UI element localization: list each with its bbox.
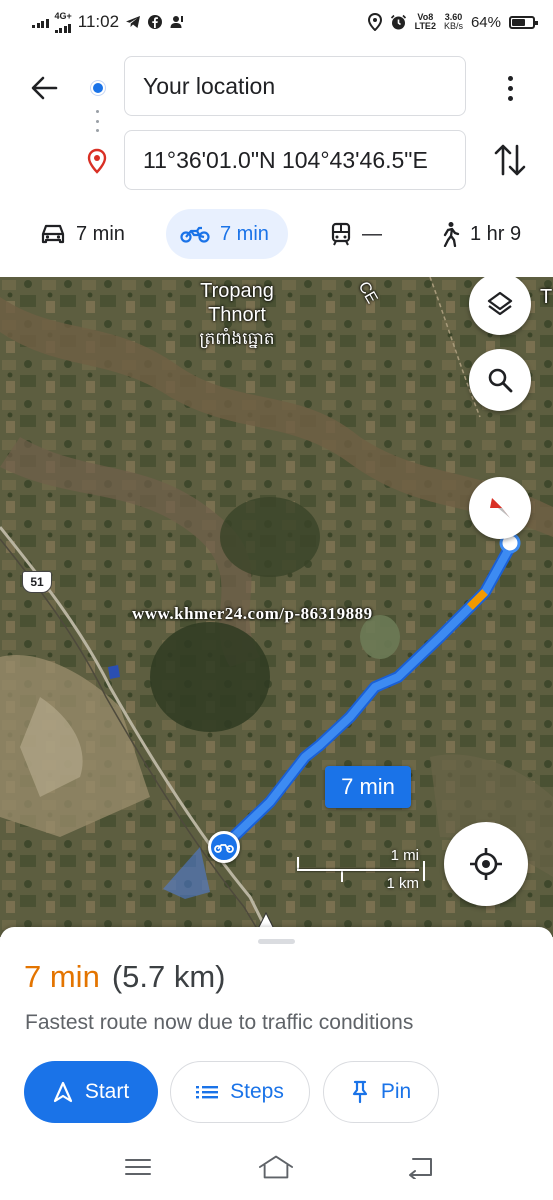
route-summary: 7 min (5.7 km): [24, 959, 226, 995]
lte-label: LTE2: [414, 21, 436, 31]
my-location-button[interactable]: [444, 822, 528, 906]
search-icon: [488, 368, 513, 393]
network-type-group: 4G+: [54, 10, 72, 33]
origin-dot-icon: [91, 81, 105, 95]
edge-label: T: [540, 286, 553, 308]
route-distance: (5.7 km): [111, 959, 226, 994]
watermark: www.khmer24.com/p-86319889: [132, 604, 373, 623]
motorcycle-icon: [180, 226, 210, 243]
route-description: Fastest route now due to traffic conditi…: [25, 1011, 414, 1034]
battery-icon: [509, 15, 538, 29]
route-duration: 7 min: [24, 959, 100, 994]
facebook-icon: [148, 15, 163, 29]
place-label-khmer: ត្រពាំងធ្នោត: [199, 329, 275, 348]
compass-icon: [490, 498, 510, 518]
map-scale: 1 mi 1 km: [295, 843, 425, 892]
motorcycle-marker-icon: [214, 844, 234, 853]
battery-fill: [512, 18, 525, 26]
my-location-icon: [470, 848, 502, 880]
list-icon: [196, 1086, 219, 1099]
compass-button[interactable]: [469, 477, 531, 539]
navigation-arrow-icon: [53, 1081, 72, 1103]
network-type: 4G+: [54, 10, 72, 21]
volte-indicator: Vo8 LTE2: [415, 13, 436, 31]
current-location-marker: [208, 831, 240, 863]
menu-icon: [125, 1159, 151, 1175]
back-button[interactable]: [22, 68, 66, 108]
mode-motorcycle-label: 7 min: [220, 222, 269, 245]
directions-panel: Your location 11°36'01.0"N 104°43'46.5"E…: [0, 44, 553, 277]
connector-dots: [96, 110, 100, 132]
start-button[interactable]: Start: [24, 1061, 158, 1123]
steps-button[interactable]: Steps: [170, 1061, 310, 1123]
swap-icon: [494, 144, 526, 176]
back-icon: [409, 1158, 432, 1179]
signal-icon: [32, 16, 49, 28]
place-label: Tropang Thnort ត្រពាំងធ្នោត: [186, 279, 288, 351]
battery-percent: 64%: [470, 13, 501, 31]
status-bar: 4G+ 11:02 Vo8 LTE2 3.60 KB/s 64%: [0, 0, 553, 44]
home-icon: [258, 1155, 294, 1179]
scale-mi-label: 1 mi: [390, 847, 419, 864]
more-options-button[interactable]: [498, 70, 522, 106]
mode-walk-tab[interactable]: 1 hr 9: [426, 209, 535, 259]
travel-mode-tabs: 7 min 7 min — 1 hr 9: [0, 209, 553, 259]
destination-pin-icon: [86, 148, 108, 179]
person-notification-icon: [170, 16, 184, 28]
home-nav-button[interactable]: [258, 1152, 294, 1182]
origin-input[interactable]: Your location: [124, 56, 466, 116]
alarm-icon: [390, 14, 406, 29]
map-search-button[interactable]: [469, 349, 531, 411]
menu-nav-button[interactable]: [120, 1152, 156, 1182]
map-view[interactable]: Tropang Thnort ត្រពាំងធ្នោត T CE 51 www.…: [0, 277, 553, 937]
clock: 11:02: [77, 12, 120, 31]
route-eta-chip[interactable]: 7 min: [325, 766, 411, 808]
mode-car-label: 7 min: [76, 222, 125, 245]
data-speed-unit: KB/s: [443, 21, 463, 31]
mode-car-tab[interactable]: 7 min: [26, 209, 139, 259]
mode-walk-label: 1 hr 9: [470, 222, 522, 245]
walk-icon: [443, 222, 460, 247]
mode-transit-tab[interactable]: —: [316, 209, 396, 259]
start-label: Start: [84, 1080, 130, 1103]
location-status-icon: [367, 13, 382, 31]
back-arrow-icon: [31, 76, 58, 100]
telegram-icon: [126, 16, 141, 28]
swap-button[interactable]: [492, 140, 528, 185]
sheet-drag-handle[interactable]: [258, 939, 295, 944]
place-label-line2: Thnort: [208, 304, 266, 326]
status-right: Vo8 LTE2 3.60 KB/s 64%: [367, 13, 538, 31]
pin-button[interactable]: Pin: [323, 1061, 439, 1123]
place-label-line1: Tropang: [200, 280, 274, 302]
road-shield: 51: [22, 571, 52, 593]
pin-label: Pin: [380, 1080, 412, 1103]
data-speed: 3.60 KB/s: [444, 13, 463, 31]
car-icon: [41, 224, 65, 244]
mode-motorcycle-tab[interactable]: 7 min: [166, 209, 288, 259]
status-left: 4G+ 11:02: [32, 10, 185, 33]
steps-label: Steps: [230, 1080, 284, 1103]
back-nav-button[interactable]: [402, 1152, 438, 1182]
origin-text: Your location: [143, 72, 276, 99]
destination-input[interactable]: 11°36'01.0"N 104°43'46.5"E: [124, 130, 466, 190]
destination-text: 11°36'01.0"N 104°43'46.5"E: [143, 146, 428, 173]
mode-transit-label: —: [362, 222, 382, 245]
layers-icon: [487, 291, 513, 316]
signal-2-icon: [54, 21, 72, 33]
scale-km-label: 1 km: [386, 875, 419, 892]
system-nav-bar: [0, 1136, 553, 1200]
transit-icon: [331, 222, 351, 246]
pin-icon: [352, 1080, 367, 1104]
